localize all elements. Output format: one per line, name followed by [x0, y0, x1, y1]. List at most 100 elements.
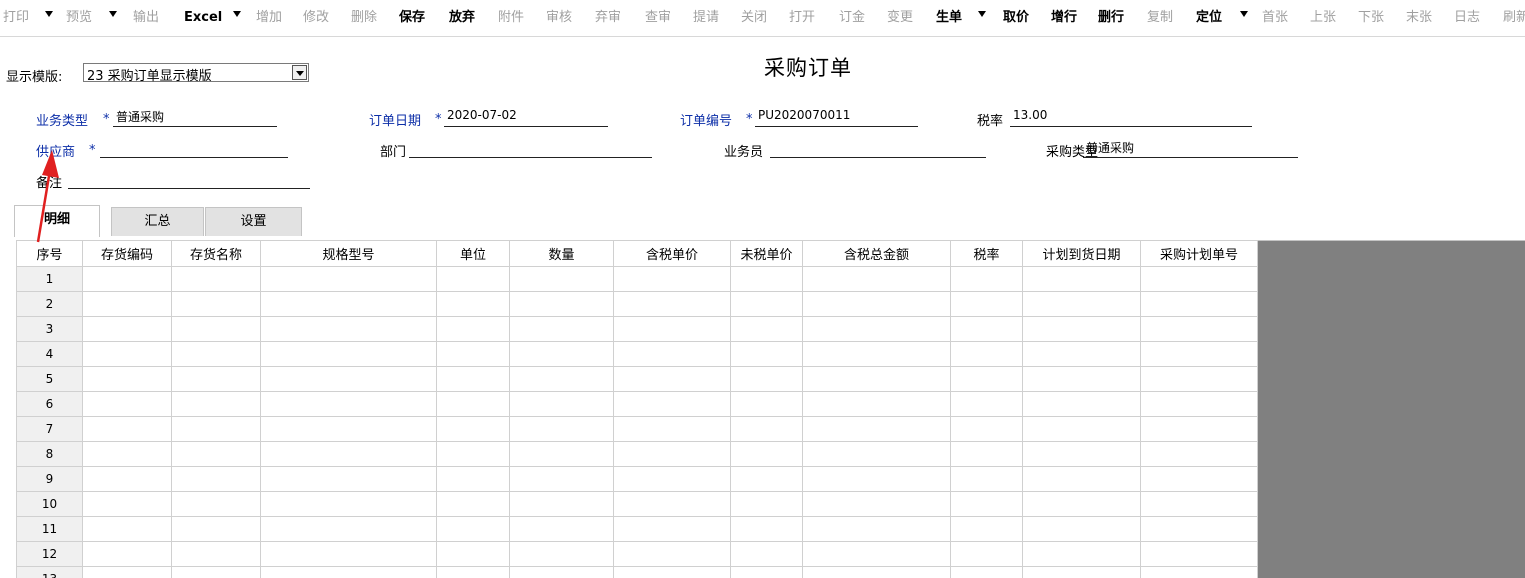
- table-cell[interactable]: [171, 341, 261, 367]
- table-row[interactable]: 4: [16, 341, 1258, 367]
- toolbar-button-16[interactable]: 订金: [839, 9, 865, 27]
- table-cell[interactable]: [613, 416, 731, 442]
- table-cell[interactable]: [82, 516, 172, 542]
- table-cell[interactable]: [82, 391, 172, 417]
- table-cell[interactable]: [171, 566, 261, 578]
- toolbar-button-26[interactable]: 下张: [1358, 9, 1384, 27]
- table-cell[interactable]: [802, 491, 951, 517]
- table-cell[interactable]: [802, 566, 951, 578]
- table-cell[interactable]: [802, 266, 951, 292]
- table-cell[interactable]: [950, 416, 1023, 442]
- table-cell[interactable]: [613, 441, 731, 467]
- toolbar-button-2[interactable]: 输出: [133, 9, 159, 27]
- table-cell[interactable]: [436, 466, 510, 492]
- toolbar-button-8[interactable]: 放弃: [449, 9, 475, 27]
- table-cell[interactable]: [509, 366, 614, 392]
- column-header[interactable]: 存货编码: [82, 240, 172, 267]
- table-cell[interactable]: [802, 291, 951, 317]
- table-cell[interactable]: [436, 416, 510, 442]
- table-cell[interactable]: [950, 441, 1023, 467]
- table-cell[interactable]: [730, 266, 803, 292]
- table-cell[interactable]: [950, 491, 1023, 517]
- table-cell[interactable]: [802, 391, 951, 417]
- table-cell[interactable]: [1140, 391, 1258, 417]
- table-cell[interactable]: [1022, 316, 1141, 342]
- table-cell[interactable]: [950, 291, 1023, 317]
- table-cell[interactable]: [802, 366, 951, 392]
- table-cell[interactable]: [171, 491, 261, 517]
- table-cell[interactable]: [802, 316, 951, 342]
- table-cell[interactable]: [802, 416, 951, 442]
- table-cell[interactable]: [509, 341, 614, 367]
- table-cell[interactable]: [82, 266, 172, 292]
- toolbar-button-24[interactable]: 首张: [1262, 9, 1288, 27]
- table-cell[interactable]: [1022, 391, 1141, 417]
- table-cell[interactable]: [436, 391, 510, 417]
- table-row[interactable]: 8: [16, 441, 1258, 467]
- table-cell[interactable]: [171, 516, 261, 542]
- table-cell[interactable]: [171, 291, 261, 317]
- table-cell[interactable]: [260, 466, 437, 492]
- table-cell[interactable]: [730, 516, 803, 542]
- table-row[interactable]: 1: [16, 266, 1258, 292]
- table-cell[interactable]: [436, 441, 510, 467]
- table-cell[interactable]: [1022, 566, 1141, 578]
- table-cell[interactable]: [802, 541, 951, 567]
- table-cell[interactable]: [613, 541, 731, 567]
- toolbar-button-0[interactable]: 打印: [3, 9, 29, 27]
- tab-settings[interactable]: 设置: [205, 207, 302, 236]
- table-cell[interactable]: [802, 341, 951, 367]
- table-cell[interactable]: [171, 416, 261, 442]
- table-cell[interactable]: [730, 366, 803, 392]
- purchase-type-field[interactable]: [1083, 157, 1298, 158]
- table-cell[interactable]: [171, 466, 261, 492]
- table-cell[interactable]: [1140, 266, 1258, 292]
- table-cell[interactable]: [260, 541, 437, 567]
- table-cell[interactable]: [509, 316, 614, 342]
- table-cell[interactable]: [613, 391, 731, 417]
- table-cell[interactable]: [82, 566, 172, 578]
- toolbar-button-9[interactable]: 附件: [498, 9, 524, 27]
- table-cell[interactable]: [1140, 566, 1258, 578]
- table-cell[interactable]: [613, 491, 731, 517]
- table-row[interactable]: 5: [16, 366, 1258, 392]
- column-header[interactable]: 单位: [436, 240, 510, 267]
- table-cell[interactable]: [1140, 466, 1258, 492]
- table-row[interactable]: 9: [16, 466, 1258, 492]
- table-cell[interactable]: [730, 316, 803, 342]
- table-cell[interactable]: [436, 341, 510, 367]
- caret-down-icon[interactable]: [1240, 11, 1248, 17]
- toolbar-button-13[interactable]: 提请: [693, 9, 719, 27]
- table-cell[interactable]: [613, 341, 731, 367]
- table-cell[interactable]: [730, 416, 803, 442]
- toolbar-button-11[interactable]: 弃审: [595, 9, 621, 27]
- table-cell[interactable]: [436, 541, 510, 567]
- table-cell[interactable]: [436, 291, 510, 317]
- toolbar-button-14[interactable]: 关闭: [741, 9, 767, 27]
- toolbar-button-12[interactable]: 查审: [645, 9, 671, 27]
- tax-rate-field[interactable]: [1010, 126, 1252, 127]
- table-cell[interactable]: [1140, 341, 1258, 367]
- table-cell[interactable]: [260, 516, 437, 542]
- table-cell[interactable]: [509, 291, 614, 317]
- table-cell[interactable]: [509, 516, 614, 542]
- toolbar-button-6[interactable]: 删除: [351, 9, 377, 27]
- table-cell[interactable]: [260, 366, 437, 392]
- table-cell[interactable]: [436, 516, 510, 542]
- table-cell[interactable]: [802, 466, 951, 492]
- table-cell[interactable]: [1022, 441, 1141, 467]
- chevron-down-icon[interactable]: [292, 65, 307, 80]
- table-cell[interactable]: [950, 566, 1023, 578]
- table-cell[interactable]: [1140, 491, 1258, 517]
- table-cell[interactable]: [950, 541, 1023, 567]
- toolbar-button-18[interactable]: 生单: [936, 9, 962, 27]
- table-cell[interactable]: [82, 366, 172, 392]
- table-cell[interactable]: [82, 416, 172, 442]
- table-cell[interactable]: [82, 316, 172, 342]
- table-cell[interactable]: [260, 391, 437, 417]
- table-cell[interactable]: [509, 566, 614, 578]
- table-cell[interactable]: [82, 291, 172, 317]
- table-cell[interactable]: [82, 341, 172, 367]
- table-cell[interactable]: [1022, 366, 1141, 392]
- toolbar-button-28[interactable]: 日志: [1454, 9, 1480, 27]
